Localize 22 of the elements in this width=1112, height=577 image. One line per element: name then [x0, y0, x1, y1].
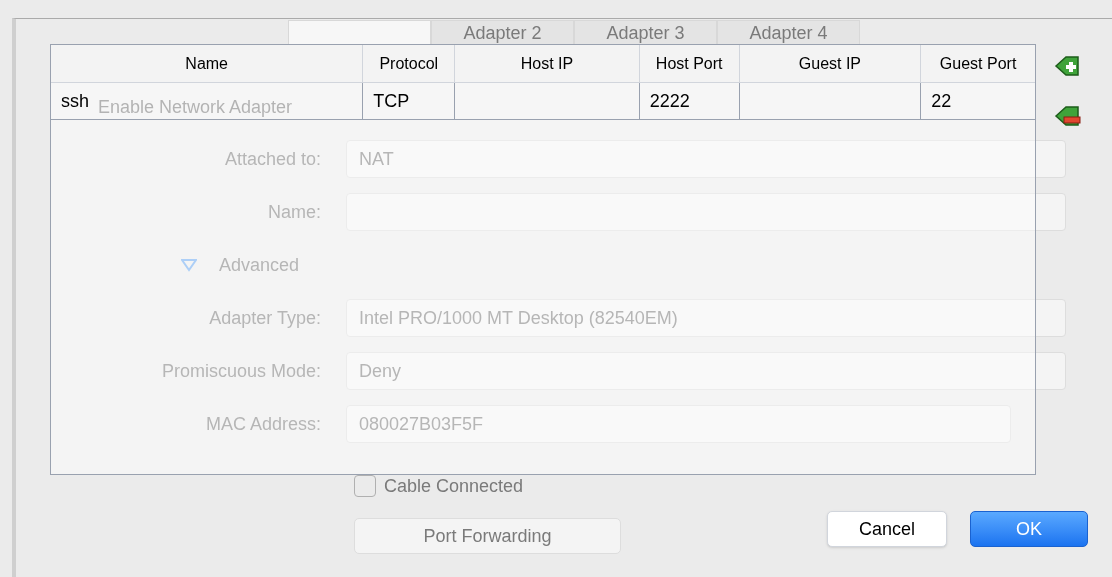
- tab[interactable]: [288, 20, 431, 46]
- checkbox-label: Cable Connected: [384, 474, 524, 498]
- column-header[interactable]: Host IP: [455, 45, 640, 82]
- column-header[interactable]: Guest Port: [921, 45, 1035, 82]
- checkbox-label: Enable Network Adapter: [98, 95, 293, 119]
- checkbox[interactable]: [354, 475, 376, 497]
- column-header[interactable]: Name: [51, 45, 364, 82]
- cancel-button[interactable]: Cancel: [827, 511, 947, 547]
- field-label: Adapter Type:: [208, 306, 322, 330]
- column-header[interactable]: Protocol: [363, 45, 456, 82]
- port-forwarding-button[interactable]: Port Forwarding: [354, 518, 621, 554]
- column-header[interactable]: Guest IP: [739, 45, 922, 82]
- field-label: Name:: [267, 200, 322, 224]
- table-cell[interactable]: 22: [921, 83, 1035, 119]
- table-cell[interactable]: 2222: [639, 83, 740, 119]
- select-field[interactable]: [346, 193, 1066, 231]
- field-label: MAC Address:: [204, 412, 322, 436]
- field-label: Promiscuous Mode:: [160, 359, 322, 383]
- down-triangle-icon[interactable]: [181, 258, 197, 272]
- column-header[interactable]: Host Port: [639, 45, 740, 82]
- table-cell[interactable]: TCP: [363, 83, 456, 119]
- field-label: Attached to:: [223, 147, 322, 171]
